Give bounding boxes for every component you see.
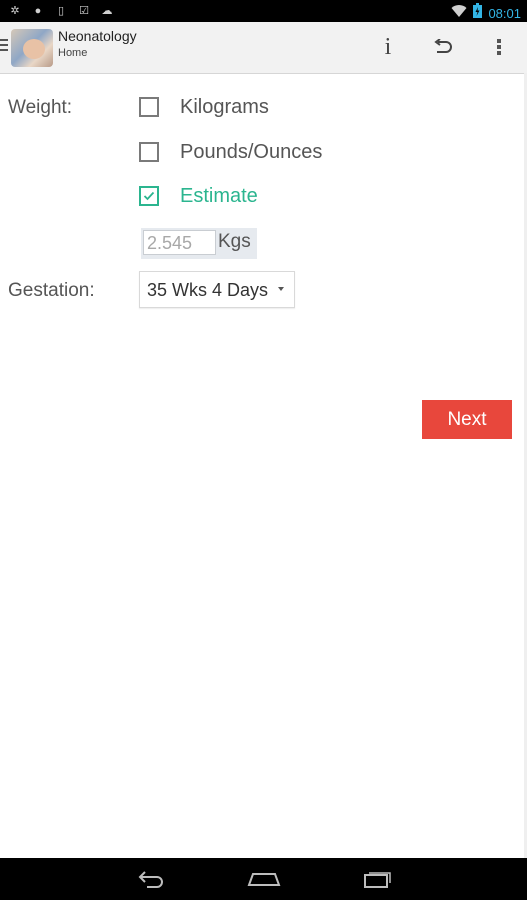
battery-icon	[473, 3, 483, 23]
app-subtitle: Home	[58, 47, 88, 59]
notification-icon: ✲	[10, 5, 20, 17]
status-clock: 08:01	[488, 5, 521, 21]
notification-icon: ●	[34, 5, 42, 17]
navigation-bar	[0, 858, 527, 900]
weight-entry: 2.545 Kgs	[141, 228, 257, 259]
status-system-icons: 08:01	[451, 3, 521, 23]
recent-apps-icon[interactable]	[357, 866, 397, 892]
pounds-ounces-label[interactable]: Pounds/Ounces	[180, 141, 322, 164]
info-icon[interactable]: i	[371, 30, 405, 64]
checklist-icon: ☑	[79, 5, 89, 17]
weight-unit-label: Kgs	[218, 231, 251, 252]
status-bar: ✲ ● ▯ ☑ ☁ 08:01	[0, 0, 527, 22]
weight-input[interactable]: 2.545	[143, 230, 216, 255]
estimate-checkbox[interactable]	[139, 186, 159, 206]
gestation-value: 35 Wks 4 Days	[147, 280, 269, 300]
kilograms-checkbox[interactable]	[139, 97, 159, 117]
next-button[interactable]: Next	[422, 400, 512, 439]
pounds-ounces-checkbox[interactable]	[139, 142, 159, 162]
undo-icon[interactable]	[426, 30, 460, 64]
home-icon[interactable]	[244, 866, 284, 892]
wifi-icon	[451, 4, 467, 23]
android-icon: ☁	[101, 5, 113, 17]
app-logo[interactable]	[11, 29, 53, 67]
drawer-indicator-icon[interactable]	[0, 39, 8, 53]
gestation-label: Gestation:	[8, 280, 95, 301]
action-bar: Neonatology Home i	[0, 22, 527, 74]
estimate-label[interactable]: Estimate	[180, 185, 258, 208]
usb-icon: ▯	[57, 5, 65, 17]
overflow-menu-icon[interactable]	[482, 30, 516, 64]
kilograms-label[interactable]: Kilograms	[180, 96, 269, 119]
checkmark-icon	[143, 191, 155, 201]
dropdown-arrow-icon	[278, 287, 284, 291]
back-icon[interactable]	[132, 866, 172, 892]
status-notification-icons: ✲ ● ▯ ☑ ☁	[8, 4, 114, 18]
app-title: Neonatology	[58, 28, 137, 44]
gestation-spinner[interactable]: 35 Wks 4 Days	[139, 271, 295, 308]
weight-label: Weight:	[8, 97, 73, 118]
